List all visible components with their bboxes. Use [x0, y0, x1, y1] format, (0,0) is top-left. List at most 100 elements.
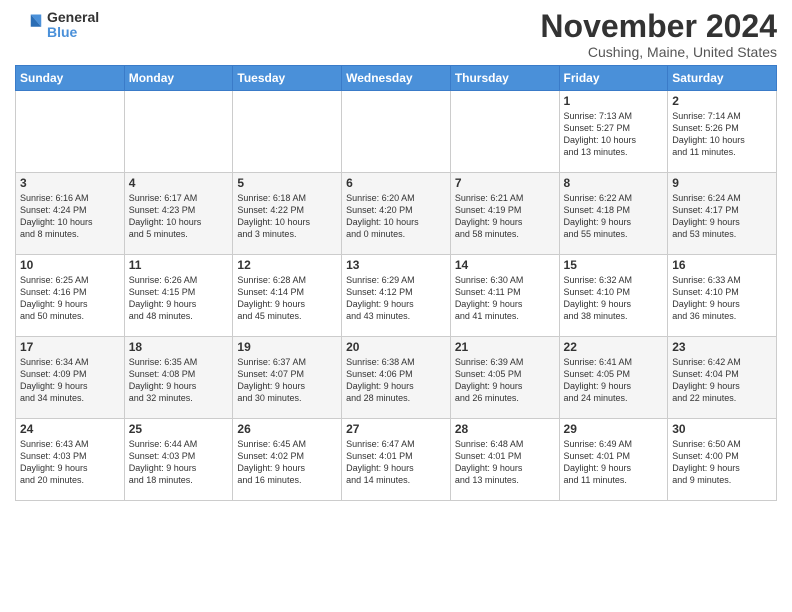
calendar-week-4: 24Sunrise: 6:43 AM Sunset: 4:03 PM Dayli…: [16, 419, 777, 501]
calendar-cell: 18 Sunrise: 6:35 AM Sunset: 4:08 PM Dayli…: [124, 337, 233, 419]
day-number: 2: [672, 94, 772, 108]
day-info: Sunrise: 6:29 AM Sunset: 4:12 PM Dayligh…: [346, 274, 446, 323]
calendar-week-2: 10 Sunrise: 6:25 AM Sunset: 4:16 PM Dayli…: [16, 255, 777, 337]
day-info: Sunrise: 6:16 AM Sunset: 4:24 PM Dayligh…: [20, 192, 120, 241]
day-number: 30: [672, 422, 772, 436]
calendar-cell: 17 Sunrise: 6:34 AM Sunset: 4:09 PM Dayli…: [16, 337, 125, 419]
header-sunday: Sunday: [16, 66, 125, 91]
day-number: 9: [672, 176, 772, 190]
day-number: 4: [129, 176, 229, 190]
header-monday: Monday: [124, 66, 233, 91]
calendar-cell: 1 Sunrise: 7:13 AM Sunset: 5:27 PM Daylig…: [559, 91, 668, 173]
day-number: 28: [455, 422, 555, 436]
day-info: Sunrise: 6:24 AM Sunset: 4:17 PM Dayligh…: [672, 192, 772, 241]
day-number: 10: [20, 258, 120, 272]
calendar-cell: 15Sunrise: 6:32 AM Sunset: 4:10 PM Dayli…: [559, 255, 668, 337]
day-number: 17: [20, 340, 120, 354]
day-number: 19: [237, 340, 337, 354]
calendar-cell: 3 Sunrise: 6:16 AM Sunset: 4:24 PM Daylig…: [16, 173, 125, 255]
calendar-cell: 8Sunrise: 6:22 AM Sunset: 4:18 PM Daylig…: [559, 173, 668, 255]
main-container: General Blue November 2024 Cushing, Main…: [0, 0, 792, 506]
day-number: 13: [346, 258, 446, 272]
day-info: Sunrise: 6:17 AM Sunset: 4:23 PM Dayligh…: [129, 192, 229, 241]
day-info: Sunrise: 6:48 AM Sunset: 4:01 PM Dayligh…: [455, 438, 555, 487]
month-title: November 2024: [540, 10, 777, 42]
day-number: 6: [346, 176, 446, 190]
day-number: 16: [672, 258, 772, 272]
day-info: Sunrise: 6:38 AM Sunset: 4:06 PM Dayligh…: [346, 356, 446, 405]
calendar-cell: 25 Sunrise: 6:44 AM Sunset: 4:03 PM Dayli…: [124, 419, 233, 501]
day-number: 25: [129, 422, 229, 436]
logo-text: General Blue: [47, 10, 99, 41]
day-number: 14: [455, 258, 555, 272]
day-info: Sunrise: 6:28 AM Sunset: 4:14 PM Dayligh…: [237, 274, 337, 323]
day-number: 1: [564, 94, 664, 108]
day-info: Sunrise: 7:13 AM Sunset: 5:27 PM Dayligh…: [564, 110, 664, 159]
day-number: 22: [564, 340, 664, 354]
header-thursday: Thursday: [450, 66, 559, 91]
header-saturday: Saturday: [668, 66, 777, 91]
calendar-cell: 16 Sunrise: 6:33 AM Sunset: 4:10 PM Dayli…: [668, 255, 777, 337]
day-info: Sunrise: 6:39 AM Sunset: 4:05 PM Dayligh…: [455, 356, 555, 405]
calendar-cell: 7 Sunrise: 6:21 AM Sunset: 4:19 PM Daylig…: [450, 173, 559, 255]
logo: General Blue: [15, 10, 99, 41]
day-info: Sunrise: 6:30 AM Sunset: 4:11 PM Dayligh…: [455, 274, 555, 323]
header: General Blue November 2024 Cushing, Main…: [15, 10, 777, 60]
day-number: 3: [20, 176, 120, 190]
calendar-cell: 21 Sunrise: 6:39 AM Sunset: 4:05 PM Dayli…: [450, 337, 559, 419]
day-number: 15: [564, 258, 664, 272]
logo-general: General: [47, 10, 99, 25]
day-info: Sunrise: 6:45 AM Sunset: 4:02 PM Dayligh…: [237, 438, 337, 487]
calendar-cell: 26Sunrise: 6:45 AM Sunset: 4:02 PM Dayli…: [233, 419, 342, 501]
day-info: Sunrise: 6:44 AM Sunset: 4:03 PM Dayligh…: [129, 438, 229, 487]
calendar-cell: 22 Sunrise: 6:41 AM Sunset: 4:05 PM Dayli…: [559, 337, 668, 419]
day-number: 5: [237, 176, 337, 190]
day-number: 24: [20, 422, 120, 436]
calendar-cell: 20 Sunrise: 6:38 AM Sunset: 4:06 PM Dayli…: [342, 337, 451, 419]
calendar-cell: [124, 91, 233, 173]
header-wednesday: Wednesday: [342, 66, 451, 91]
day-number: 20: [346, 340, 446, 354]
day-number: 8: [564, 176, 664, 190]
day-number: 12: [237, 258, 337, 272]
day-number: 21: [455, 340, 555, 354]
calendar-cell: 23Sunrise: 6:42 AM Sunset: 4:04 PM Dayli…: [668, 337, 777, 419]
day-info: Sunrise: 6:34 AM Sunset: 4:09 PM Dayligh…: [20, 356, 120, 405]
day-number: 18: [129, 340, 229, 354]
calendar-table: Sunday Monday Tuesday Wednesday Thursday…: [15, 65, 777, 501]
day-info: Sunrise: 6:50 AM Sunset: 4:00 PM Dayligh…: [672, 438, 772, 487]
day-info: Sunrise: 6:33 AM Sunset: 4:10 PM Dayligh…: [672, 274, 772, 323]
calendar-cell: 10 Sunrise: 6:25 AM Sunset: 4:16 PM Dayli…: [16, 255, 125, 337]
day-info: Sunrise: 6:35 AM Sunset: 4:08 PM Dayligh…: [129, 356, 229, 405]
calendar-cell: 5Sunrise: 6:18 AM Sunset: 4:22 PM Daylig…: [233, 173, 342, 255]
calendar-cell: [16, 91, 125, 173]
day-number: 29: [564, 422, 664, 436]
calendar-cell: 24Sunrise: 6:43 AM Sunset: 4:03 PM Dayli…: [16, 419, 125, 501]
day-info: Sunrise: 6:25 AM Sunset: 4:16 PM Dayligh…: [20, 274, 120, 323]
calendar-cell: 2 Sunrise: 7:14 AM Sunset: 5:26 PM Daylig…: [668, 91, 777, 173]
calendar-cell: [233, 91, 342, 173]
calendar-cell: [342, 91, 451, 173]
calendar-cell: 6Sunrise: 6:20 AM Sunset: 4:20 PM Daylig…: [342, 173, 451, 255]
calendar-cell: 4 Sunrise: 6:17 AM Sunset: 4:23 PM Daylig…: [124, 173, 233, 255]
day-info: Sunrise: 6:26 AM Sunset: 4:15 PM Dayligh…: [129, 274, 229, 323]
calendar-cell: 13 Sunrise: 6:29 AM Sunset: 4:12 PM Dayli…: [342, 255, 451, 337]
day-info: Sunrise: 7:14 AM Sunset: 5:26 PM Dayligh…: [672, 110, 772, 159]
day-number: 7: [455, 176, 555, 190]
day-number: 11: [129, 258, 229, 272]
day-info: Sunrise: 6:21 AM Sunset: 4:19 PM Dayligh…: [455, 192, 555, 241]
header-friday: Friday: [559, 66, 668, 91]
logo-blue: Blue: [47, 25, 99, 40]
day-info: Sunrise: 6:37 AM Sunset: 4:07 PM Dayligh…: [237, 356, 337, 405]
calendar-cell: 30 Sunrise: 6:50 AM Sunset: 4:00 PM Dayli…: [668, 419, 777, 501]
calendar-week-1: 3 Sunrise: 6:16 AM Sunset: 4:24 PM Daylig…: [16, 173, 777, 255]
calendar-cell: 27Sunrise: 6:47 AM Sunset: 4:01 PM Dayli…: [342, 419, 451, 501]
logo-icon: [15, 11, 43, 39]
calendar-week-0: 1 Sunrise: 7:13 AM Sunset: 5:27 PM Daylig…: [16, 91, 777, 173]
day-info: Sunrise: 6:41 AM Sunset: 4:05 PM Dayligh…: [564, 356, 664, 405]
day-info: Sunrise: 6:47 AM Sunset: 4:01 PM Dayligh…: [346, 438, 446, 487]
title-block: November 2024 Cushing, Maine, United Sta…: [540, 10, 777, 60]
calendar-cell: 29Sunrise: 6:49 AM Sunset: 4:01 PM Dayli…: [559, 419, 668, 501]
calendar-cell: 12 Sunrise: 6:28 AM Sunset: 4:14 PM Dayli…: [233, 255, 342, 337]
day-info: Sunrise: 6:42 AM Sunset: 4:04 PM Dayligh…: [672, 356, 772, 405]
